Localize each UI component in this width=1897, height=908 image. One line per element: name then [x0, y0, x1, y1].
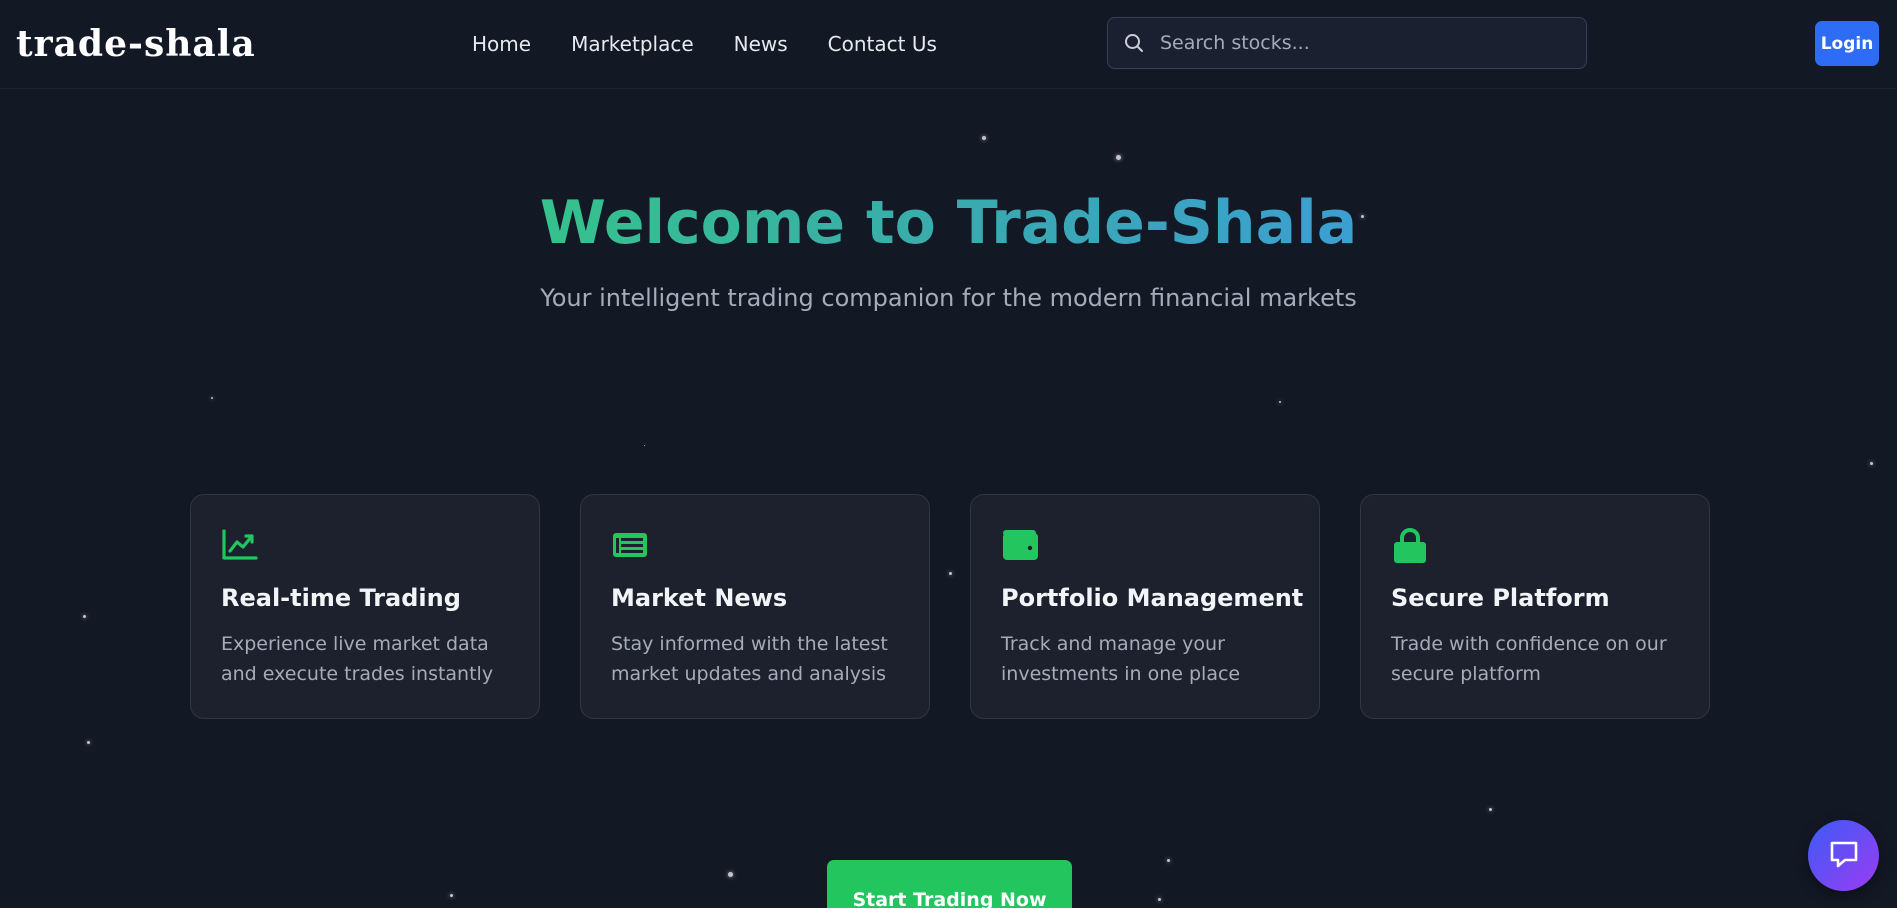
chat-bubble-icon: [1828, 839, 1860, 873]
page: trade-shala Home Marketplace News Contac…: [0, 0, 1897, 908]
feature-description: Experience live market data and execute …: [221, 633, 494, 685]
search-icon: [1122, 31, 1146, 55]
star: [1489, 808, 1492, 811]
hero-title: Welcome to Trade-Shala: [0, 183, 1897, 263]
star: [1167, 859, 1170, 862]
login-button[interactable]: Login: [1815, 21, 1879, 66]
feature-card-portfolio-management: Portfolio Management Track and manage yo…: [970, 494, 1320, 719]
nav-link-home[interactable]: Home: [472, 30, 531, 58]
star: [83, 615, 86, 618]
top-navbar: trade-shala Home Marketplace News Contac…: [0, 0, 1897, 89]
feature-title: Secure Platform: [1391, 584, 1610, 612]
search-input[interactable]: [1158, 31, 1558, 55]
nav-link-contact-us[interactable]: Contact Us: [828, 30, 937, 58]
star: [1116, 155, 1121, 160]
search-box[interactable]: [1107, 17, 1587, 69]
star: [1870, 462, 1873, 465]
feature-description: Track and manage your investments in one…: [1001, 633, 1241, 685]
nav-link-marketplace[interactable]: Marketplace: [571, 30, 694, 58]
star: [728, 872, 733, 877]
feature-description: Trade with confidence on our secure plat…: [1391, 633, 1667, 685]
lock-icon: [1391, 527, 1429, 563]
newspaper-icon: [611, 527, 649, 563]
star: [982, 136, 986, 140]
star: [211, 397, 213, 399]
hero-subtitle: Your intelligent trading companion for t…: [540, 284, 1357, 312]
feature-card-secure-platform: Secure Platform Trade with confidence on…: [1360, 494, 1710, 719]
star: [450, 894, 453, 897]
feature-title: Market News: [611, 584, 788, 612]
feature-title: Portfolio Management: [1001, 584, 1304, 612]
star: [949, 572, 952, 575]
start-trading-button[interactable]: Start Trading Now: [827, 860, 1072, 908]
chart-line-icon: [221, 527, 259, 563]
feature-title: Real-time Trading: [221, 584, 461, 612]
chat-button[interactable]: [1808, 820, 1879, 891]
star: [1158, 898, 1161, 901]
main-nav: Home Marketplace News Contact Us: [472, 30, 937, 58]
star: [644, 445, 645, 446]
hero-title-text: Welcome to Trade-Shala: [539, 188, 1358, 258]
feature-description: Stay informed with the latest market upd…: [611, 633, 888, 685]
wallet-icon: [1001, 527, 1039, 563]
feature-card-real-time-trading: Real-time Trading Experience live market…: [190, 494, 540, 719]
brand-logo[interactable]: trade-shala: [16, 22, 256, 66]
star: [1279, 401, 1281, 403]
feature-card-market-news: Market News Stay informed with the lates…: [580, 494, 930, 719]
nav-link-news[interactable]: News: [734, 30, 788, 58]
star: [87, 741, 90, 744]
